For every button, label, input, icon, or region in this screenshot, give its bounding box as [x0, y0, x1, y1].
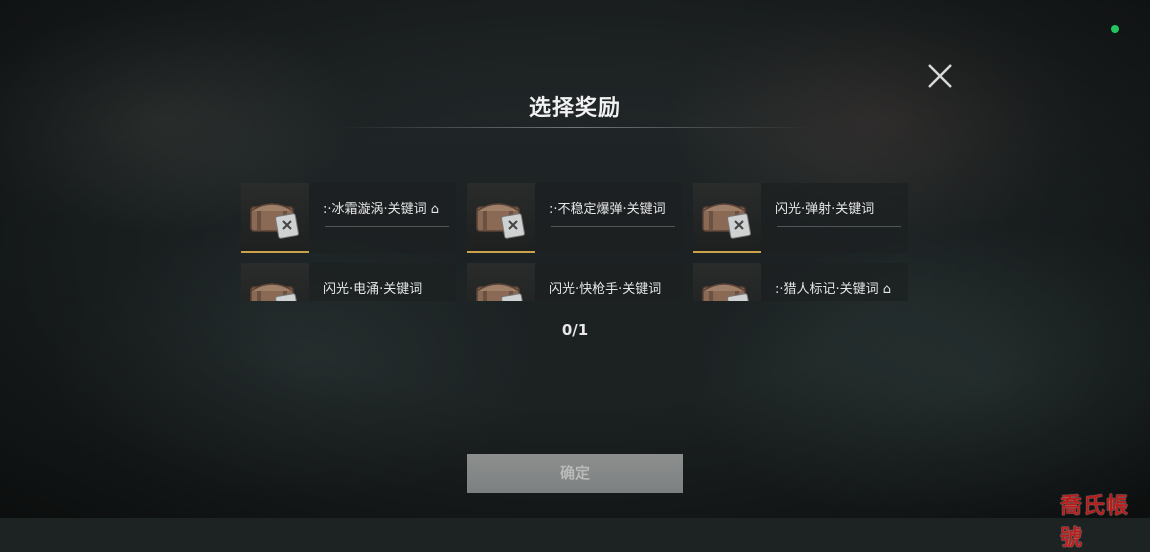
selection-counter: 0/1: [561, 321, 589, 339]
reward-grid[interactable]: :·冰霜漩涡·关键词 ⌂ :·不稳定爆弹·关键词 闪光·弹射·关键词 闪光·电涌…: [241, 183, 911, 301]
reward-card[interactable]: :·猎人标记·关键词 ⌂: [693, 263, 908, 301]
close-icon: [928, 64, 952, 88]
reward-underline: [777, 226, 901, 227]
title-divider: [340, 127, 810, 128]
dialog-title: 选择奖励: [528, 96, 621, 121]
close-button[interactable]: [924, 60, 956, 92]
reward-label: :·不稳定爆弹·关键词: [549, 202, 666, 217]
reward-chest-icon: [702, 203, 751, 239]
reward-card[interactable]: 闪光·快枪手·关键词: [467, 263, 682, 301]
reward-underline: [325, 226, 449, 227]
reward-chest-icon: [702, 283, 751, 301]
reward-card[interactable]: :·冰霜漩涡·关键词 ⌂: [241, 183, 456, 253]
confirm-button[interactable]: 确定: [467, 454, 683, 493]
reward-card[interactable]: 闪光·电涌·关键词: [241, 263, 456, 301]
reward-thumbnail: [467, 263, 535, 301]
reward-underline: [551, 226, 675, 227]
reward-label: :·冰霜漩涡·关键词 ⌂: [323, 202, 440, 217]
reward-thumbnail: [693, 183, 761, 253]
reward-chest-icon: [250, 283, 299, 301]
reward-thumbnail: [467, 183, 535, 253]
reward-card[interactable]: :·不稳定爆弹·关键词: [467, 183, 682, 253]
reward-label: 闪光·快枪手·关键词: [549, 282, 662, 297]
reward-chest-icon: [476, 283, 525, 301]
reward-thumbnail: [693, 263, 761, 301]
reward-label: 闪光·电涌·关键词: [323, 282, 423, 297]
reward-thumbnail: [241, 183, 309, 253]
watermark: 喬氏帳號: [1060, 494, 1130, 551]
reward-label: :·猎人标记·关键词 ⌂: [775, 282, 892, 297]
reward-label: 闪光·弹射·关键词: [775, 202, 875, 217]
reward-chest-icon: [250, 203, 299, 239]
status-indicator-dot: [1111, 25, 1119, 33]
reward-thumbnail: [241, 263, 309, 301]
reward-chest-icon: [476, 203, 525, 239]
reward-card[interactable]: 闪光·弹射·关键词: [693, 183, 908, 253]
